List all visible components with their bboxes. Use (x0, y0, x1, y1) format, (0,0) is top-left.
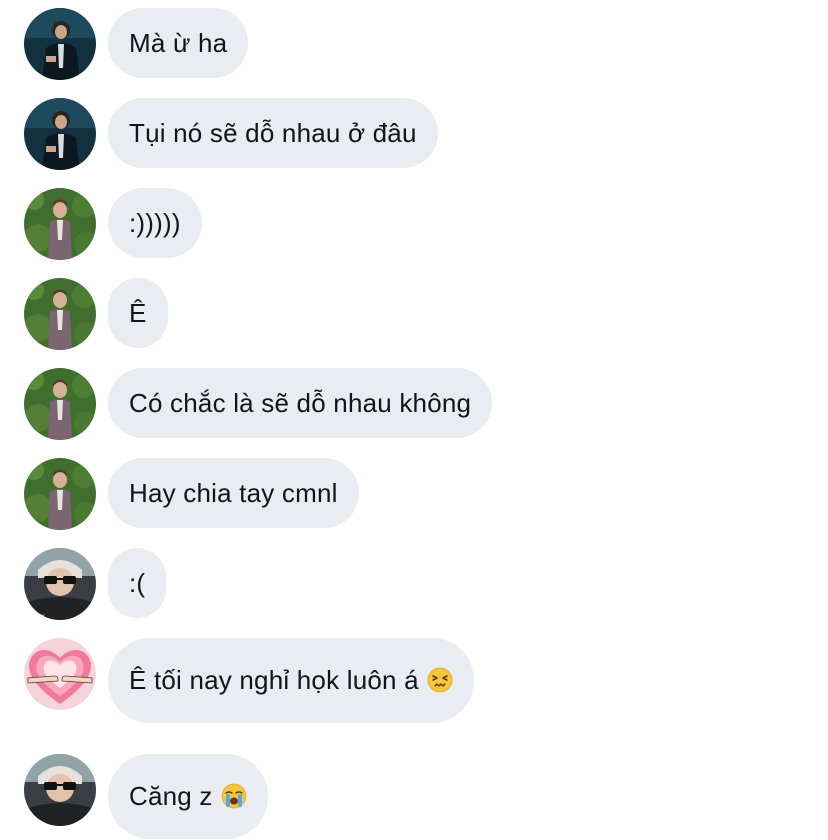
message-bubble[interactable]: Có chắc là sẽ dỗ nhau không (108, 368, 493, 438)
message-row: Tụi nó sẽ dỗ nhau ở đâu (24, 98, 438, 170)
message-row: Mà ừ ha (24, 8, 249, 80)
svg-text:~: ~ (38, 611, 46, 620)
avatar-hedge[interactable] (24, 188, 96, 260)
message-bubble[interactable]: Ê tối nay nghỉ họk luôn á (108, 638, 474, 723)
avatar-hedge[interactable] (24, 368, 96, 440)
message-text: Tụi nó sẽ dỗ nhau ở đâu (129, 118, 417, 148)
avatar-sunglasses[interactable] (24, 754, 96, 826)
message-row: Hay chia tay cmnl (24, 458, 359, 530)
message-text: Căng z (129, 781, 213, 811)
message-bubble[interactable]: Hay chia tay cmnl (108, 458, 359, 528)
message-row: Căng z (24, 754, 268, 839)
message-bubble[interactable]: :))))) (108, 188, 202, 258)
message-row: Có chắc là sẽ dỗ nhau không (24, 368, 493, 440)
message-text: Có chắc là sẽ dỗ nhau không (129, 388, 472, 418)
avatar-dark-suit[interactable] (24, 8, 96, 80)
message-text: :( (129, 568, 146, 598)
message-text: :))))) (129, 208, 181, 238)
message-bubble[interactable]: :( (108, 548, 167, 618)
message-thread: Mà ừ ha Tụi nó sẽ dỗ nhau ở đâu:))))) Ê… (0, 0, 828, 840)
message-text: Ê (129, 298, 147, 328)
message-row: Ê (24, 278, 168, 350)
message-text: Ê tối nay nghỉ họk luôn á (129, 665, 419, 695)
message-text: Hay chia tay cmnl (129, 478, 338, 508)
loudly-crying-face-icon (221, 783, 247, 809)
message-row: :))))) (24, 188, 202, 260)
message-bubble[interactable]: Ê (108, 278, 168, 348)
avatar-dark-suit[interactable] (24, 98, 96, 170)
avatar-hedge[interactable] (24, 278, 96, 350)
avatar-heart[interactable] (24, 638, 96, 710)
message-bubble[interactable]: Tụi nó sẽ dỗ nhau ở đâu (108, 98, 438, 168)
message-bubble[interactable]: Căng z (108, 754, 268, 839)
avatar-sunglasses[interactable]: ~ (24, 548, 96, 620)
message-text: Mà ừ ha (129, 28, 228, 58)
confounded-face-icon (427, 667, 453, 693)
avatar-hedge[interactable] (24, 458, 96, 530)
message-bubble[interactable]: Mà ừ ha (108, 8, 249, 78)
message-row: Ê tối nay nghỉ họk luôn á (24, 638, 474, 723)
message-row: ~ :( (24, 548, 167, 620)
